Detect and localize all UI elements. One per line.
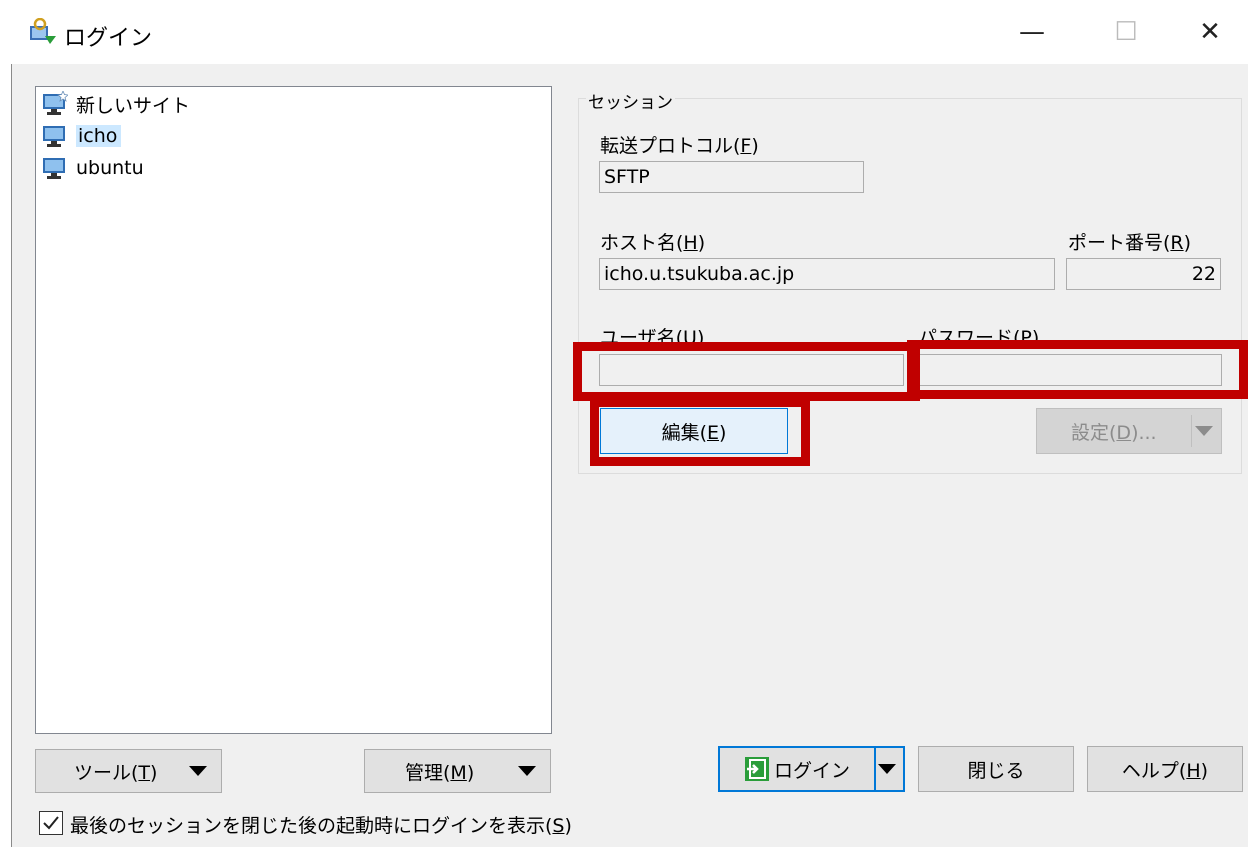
highlight-user-box [573, 342, 920, 401]
show-login-checkbox[interactable] [39, 811, 63, 835]
highlight-password-box [907, 340, 1248, 399]
site-item-label: icho [76, 125, 122, 147]
site-item-icho[interactable]: icho [42, 121, 122, 151]
dropdown-arrow-icon [1195, 426, 1213, 436]
tools-button[interactable]: ツール(T) [35, 749, 222, 793]
manage-button[interactable]: 管理(M) [364, 749, 551, 793]
site-list[interactable]: 新しいサイト icho ubuntu [35, 86, 552, 734]
settings-label: 設定(D)... [1071, 421, 1157, 444]
login-label: ログイン [774, 759, 851, 782]
winscp-app-icon [30, 18, 56, 44]
dropdown-arrow-icon [878, 764, 896, 774]
minimize-button[interactable]: — [986, 0, 1078, 64]
host-input[interactable]: icho.u.tsukuba.ac.jp [599, 258, 1055, 290]
maximize-button[interactable]: ☐ [1080, 0, 1172, 64]
window-title: ログイン [64, 26, 153, 51]
split-divider [1191, 415, 1192, 447]
site-item-new[interactable]: 新しいサイト [42, 89, 190, 119]
dropdown-arrow-icon [518, 766, 536, 776]
monitor-icon [43, 158, 65, 179]
session-group-caption: セッション [586, 88, 675, 113]
port-value: 22 [1191, 263, 1216, 285]
protocol-select[interactable]: SFTP [599, 161, 864, 193]
port-label: ポート番号(R) [1068, 232, 1192, 254]
help-label: ヘルプ(H) [1121, 759, 1209, 782]
show-login-checkbox-label: 最後のセッションを閉じた後の起動時にログインを表示(S) [70, 815, 572, 837]
settings-button[interactable]: 設定(D)... [1036, 408, 1222, 454]
manage-label: 管理(M) [405, 761, 475, 784]
new-site-monitor-icon [43, 91, 68, 115]
login-button[interactable]: ログイン [718, 746, 905, 792]
checkmark-icon [43, 816, 59, 830]
host-label: ホスト名(H) [600, 232, 706, 254]
close-label: 閉じる [967, 759, 1025, 782]
split-divider [874, 748, 876, 790]
close-window-button[interactable]: ✕ [1172, 0, 1248, 64]
dropdown-arrow-icon [189, 766, 207, 776]
host-value: icho.u.tsukuba.ac.jp [604, 263, 795, 285]
monitor-icon [43, 126, 65, 147]
protocol-value: SFTP [604, 166, 650, 188]
tools-label: ツール(T) [74, 761, 158, 784]
help-button[interactable]: ヘルプ(H) [1087, 746, 1243, 792]
highlight-edit-box [590, 398, 810, 466]
site-item-ubuntu[interactable]: ubuntu [42, 153, 144, 183]
close-button[interactable]: 閉じる [918, 746, 1074, 792]
port-input[interactable]: 22 [1066, 258, 1221, 290]
protocol-label: 転送プロトコル(F) [600, 135, 759, 157]
login-icon [745, 757, 769, 781]
site-item-label: 新しいサイト [76, 94, 191, 117]
site-item-label: ubuntu [76, 157, 144, 179]
